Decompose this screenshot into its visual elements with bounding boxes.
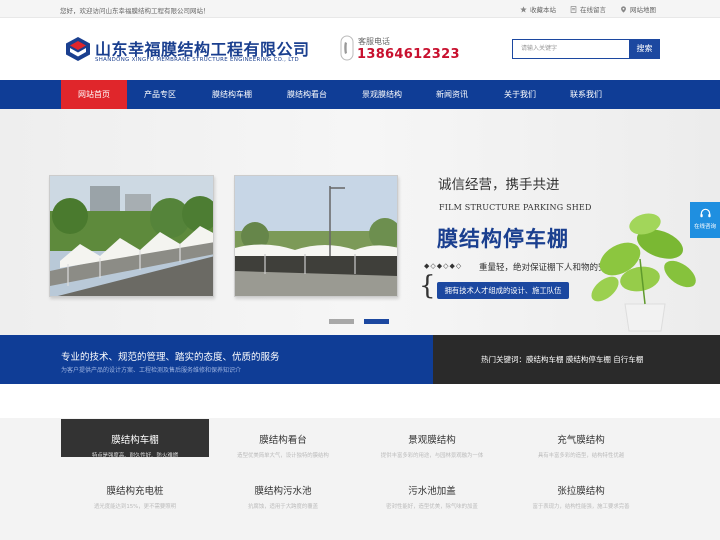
- banner-brace: {: [419, 271, 436, 301]
- nav-item-contact[interactable]: 联系我们: [558, 80, 614, 109]
- nav-item-home[interactable]: 网站首页: [61, 80, 127, 109]
- product-item-charging[interactable]: 膜结构充电桩 透光度能达到15%，更不需要照明: [61, 470, 209, 510]
- banner-tag: 拥有技术人才组成的设计、施工队伍: [437, 282, 569, 299]
- product-item-sewage[interactable]: 膜结构污水池 抗腐蚀，适用于大跨度的覆盖: [209, 470, 357, 510]
- welcome-text: 您好，欢迎访问山东幸福膜结构工程有限公司网站！: [60, 7, 210, 15]
- slide-indicator-1[interactable]: [329, 319, 354, 324]
- product-title: 膜结构车棚: [111, 435, 159, 446]
- product-title: 景观膜结构: [408, 435, 456, 446]
- search-button[interactable]: 搜索: [629, 39, 660, 59]
- banner-dots: ◆◇◆◇◆◇: [424, 262, 463, 270]
- message-link[interactable]: 在线留言: [570, 4, 606, 14]
- main-nav: 网站首页 产品专区 膜结构车棚 膜结构看台 景观膜结构 新闻资讯 关于我们 联系…: [0, 80, 720, 109]
- service-title: 专业的技术、规范的管理、踏实的态度、优质的服务: [61, 352, 280, 363]
- carport-photo-1: [49, 175, 214, 297]
- product-desc: 提供丰富多彩的用途，与园林景观融为一体: [380, 453, 484, 459]
- product-item-tensile[interactable]: 张拉膜结构 富于表现力，结构性能强，施工要求完善: [507, 470, 655, 510]
- banner-title: 膜结构停车棚: [437, 227, 569, 251]
- banner-slogan-en: FILM STRUCTURE PARKING SHED: [439, 203, 592, 212]
- product-title: 张拉膜结构: [557, 486, 605, 497]
- location-pin-icon: [621, 5, 626, 13]
- service-subtitle: 为客户提供产品的设计方案、工程检测及售后服务维修和保养知识介: [61, 367, 242, 374]
- company-name-en: SHANDONG XINGFU MEMBRANE STRUCTURE ENGIN…: [95, 57, 300, 63]
- nav-item-stand[interactable]: 膜结构看台: [275, 80, 339, 109]
- product-title: 充气膜结构: [557, 435, 605, 446]
- product-desc: 富于表现力，结构性能强，施工要求完善: [532, 504, 630, 510]
- hot-keywords[interactable]: 热门关键词：膜结构车棚 膜结构停车棚 自行车棚: [481, 354, 643, 365]
- nav-item-about[interactable]: 关于我们: [492, 80, 548, 109]
- top-bar: 您好，欢迎访问山东幸福膜结构工程有限公司网站！ 收藏本站 在线留言 网站地图: [0, 0, 720, 18]
- product-title: 膜结构污水池: [254, 486, 312, 497]
- product-desc: 造型优美简单大气，设计独特的膜结构: [237, 453, 329, 459]
- carport-photo-2: [234, 175, 398, 297]
- product-title: 膜结构看台: [259, 435, 307, 446]
- favorite-link-label: 收藏本站: [530, 6, 556, 14]
- top-links: 收藏本站 在线留言 网站地图: [520, 4, 656, 14]
- service-strip: 专业的技术、规范的管理、踏实的态度、优质的服务 为客户提供产品的设计方案、工程检…: [0, 335, 720, 384]
- nav-item-news[interactable]: 新闻资讯: [424, 80, 480, 109]
- sitemap-link[interactable]: 网站地图: [620, 4, 656, 14]
- product-item-stand[interactable]: 膜结构看台 造型优美简单大气，设计独特的膜结构: [209, 419, 357, 459]
- headset-icon: [699, 208, 711, 218]
- phone-number: 13864612323: [357, 47, 460, 62]
- favorite-link[interactable]: 收藏本站: [520, 4, 556, 14]
- document-icon: [570, 5, 577, 13]
- potted-plant-icon: [591, 213, 696, 332]
- search-input[interactable]: 请输入关键字: [512, 39, 630, 59]
- product-desc: 具有丰富多彩的造型，结构特性优越: [537, 453, 625, 459]
- product-item-carport[interactable]: 膜结构车棚 特点是强度高、耐久性好、防火难燃: [61, 419, 209, 459]
- header: 山东幸福膜结构工程有限公司 SHANDONG XINGFU MEMBRANE S…: [0, 18, 720, 80]
- product-item-sewage-cover[interactable]: 污水池加盖 密封性能好，造型优美，除气味的加盖: [358, 470, 506, 510]
- slide-indicator-2[interactable]: [364, 319, 389, 324]
- sitemap-link-label: 网站地图: [630, 6, 656, 14]
- hero-banner[interactable]: 诚信经营，携手共进 FILM STRUCTURE PARKING SHED 膜结…: [0, 109, 720, 335]
- phone-label: 客服电话: [358, 37, 390, 46]
- product-categories: 膜结构车棚 特点是强度高、耐久性好、防火难燃 膜结构看台 造型优美简单大气，设计…: [0, 384, 720, 540]
- product-desc: 密封性能好，造型优美，除气味的加盖: [386, 504, 478, 510]
- nav-item-products[interactable]: 产品专区: [130, 80, 190, 109]
- star-icon: [520, 5, 527, 13]
- online-consult-button[interactable]: 在线咨询: [690, 202, 720, 238]
- product-title: 膜结构充电桩: [106, 486, 164, 497]
- online-consult-label: 在线咨询: [693, 224, 716, 230]
- nav-item-landscape[interactable]: 景观膜结构: [350, 80, 414, 109]
- message-link-label: 在线留言: [580, 6, 606, 14]
- product-item-landscape[interactable]: 景观膜结构 提供丰富多彩的用途，与园林景观融为一体: [358, 419, 506, 459]
- company-logo-icon[interactable]: [64, 36, 92, 62]
- product-title: 污水池加盖: [408, 486, 456, 497]
- nav-item-carport[interactable]: 膜结构车棚: [200, 80, 264, 109]
- product-desc: 特点是强度高、耐久性好、防火难燃: [91, 453, 179, 459]
- product-desc: 透光度能达到15%，更不需要照明: [93, 504, 177, 510]
- phone-icon: [340, 35, 354, 61]
- product-desc: 抗腐蚀，适用于大跨度的覆盖: [247, 504, 319, 510]
- banner-slogan: 诚信经营，携手共进: [438, 177, 560, 193]
- product-item-inflatable[interactable]: 充气膜结构 具有丰富多彩的造型，结构特性优越: [507, 419, 655, 459]
